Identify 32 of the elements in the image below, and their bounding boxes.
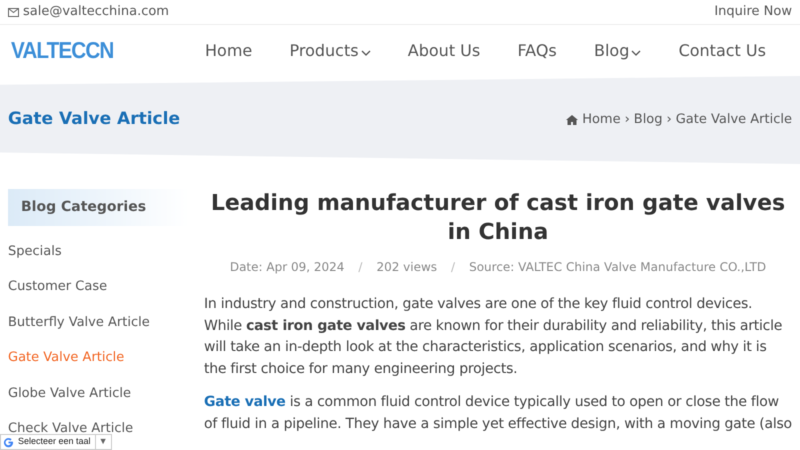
- breadcrumb-separator: ›: [624, 111, 630, 130]
- language-selector[interactable]: Selecteer een taal ▼: [0, 434, 112, 450]
- article-meta: 202 views: [376, 259, 438, 276]
- breadcrumb-separator: ›: [666, 111, 672, 130]
- category-link[interactable]: Specials: [8, 244, 62, 260]
- inquire-now-link[interactable]: Inquire Now: [714, 2, 792, 22]
- category-link[interactable]: Globe Valve Article: [8, 386, 132, 402]
- category-link[interactable]: Check Valve Article: [8, 420, 134, 437]
- home-icon: [566, 115, 578, 125]
- category-link[interactable]: Butterfly Valve Article: [8, 314, 150, 331]
- category-link[interactable]: Customer Case: [8, 279, 108, 296]
- meta-separator: /: [358, 259, 362, 276]
- nav-link[interactable]: About Us: [408, 38, 480, 62]
- article-paragraph: Gate valve is a common fluid control device typically used to open or close the flow of fluid in a pipeline. They have a simple yet effective design, with a moving gate (also: [204, 393, 792, 434]
- nav-link[interactable]: FAQs: [517, 38, 557, 62]
- article-meta: Date: Apr 09, 2024: [230, 259, 344, 276]
- banner-title: Gate Valve Article: [8, 108, 180, 132]
- breadcrumb-link[interactable]: Gate Valve Article: [676, 110, 792, 130]
- breadcrumb-link[interactable]: Home: [582, 110, 621, 130]
- envelope-icon: [8, 8, 19, 16]
- nav-link[interactable]: Blog: [594, 38, 642, 62]
- meta-separator: /: [451, 259, 456, 276]
- article-paragraph: In industry and construction, gate valves are one of the key fluid control devices. While cast iron gate valves are known for their durability and reliability, this article will take an in-depth look at the characteristics, application scenarios, and why it is the first choice for many engineering projects.: [204, 295, 784, 379]
- google-g-icon: [3, 436, 14, 448]
- gate-valve-link[interactable]: Gate valve: [204, 394, 286, 410]
- nav-link[interactable]: Products: [289, 38, 371, 62]
- nav-link[interactable]: Contact Us: [678, 38, 766, 62]
- breadcrumb-link[interactable]: Blog: [634, 110, 663, 130]
- email-link[interactable]: sale@valtecchina.com: [23, 2, 169, 22]
- article-title: Leading manufacturer of cast iron gate valves in China: [210, 190, 786, 247]
- nav-link[interactable]: Home: [205, 38, 252, 62]
- article-meta: Source: VALTEC China Valve Manufacture CO.,LTD: [469, 259, 766, 276]
